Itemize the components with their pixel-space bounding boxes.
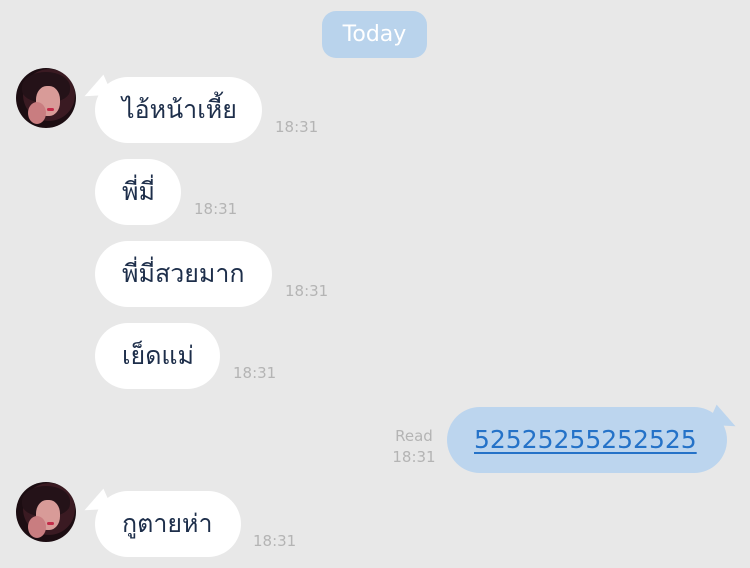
message-timestamp: 18:31 [392,448,436,466]
message-timestamp: 18:31 [233,364,277,382]
read-label: Read [395,427,433,445]
message-bubble-outgoing-link[interactable]: 52525255252525 [447,407,727,473]
sender-avatar[interactable] [16,482,76,542]
sender-avatar[interactable] [16,68,76,128]
message-timestamp: 18:31 [275,118,319,136]
read-receipt: Read 18:31 [388,426,440,468]
message-bubble-incoming[interactable]: ไอ้หน้าเหี้ย [95,77,262,143]
message-bubble-incoming[interactable]: พี่มี่สวยมาก [95,241,272,307]
message-bubble-incoming[interactable]: พี่มี่ [95,159,181,225]
date-divider: Today [322,11,427,58]
message-timestamp: 18:31 [253,532,297,550]
message-bubble-incoming[interactable]: กูตายห่า [95,491,241,557]
message-timestamp: 18:31 [194,200,238,218]
message-bubble-incoming[interactable]: เย็ดแม่ [95,323,220,389]
message-timestamp: 18:31 [285,282,329,300]
